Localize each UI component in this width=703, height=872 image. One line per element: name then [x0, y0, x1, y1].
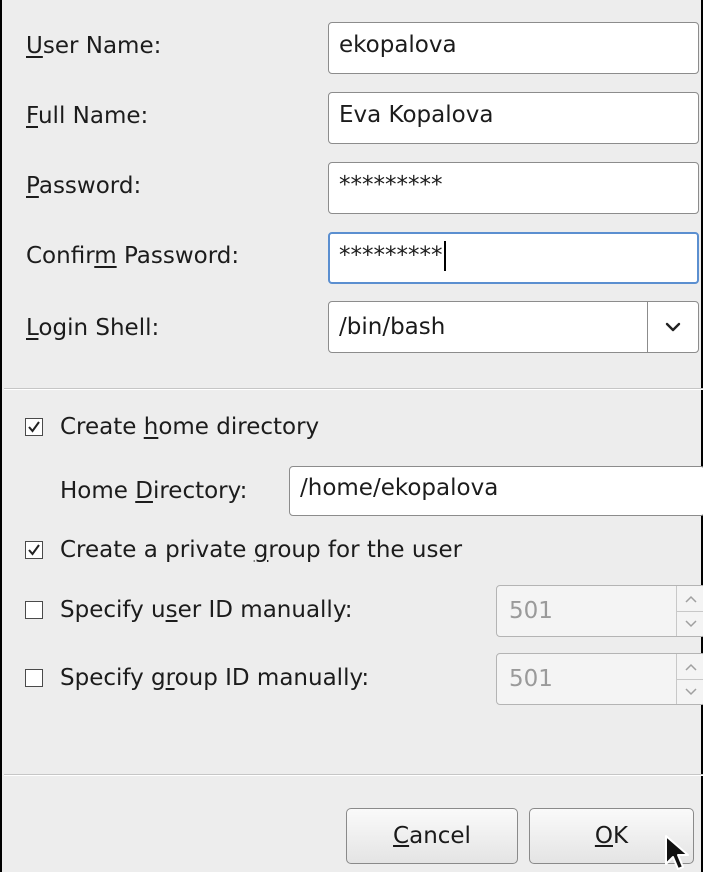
group-id-value: 501 — [509, 666, 553, 692]
password-input[interactable]: ********* — [328, 162, 699, 214]
user-name-label: User Name: — [26, 33, 162, 59]
private-group-checkbox[interactable] — [25, 541, 43, 559]
user-id-spin-arrows — [676, 586, 703, 636]
separator — [4, 774, 703, 776]
cancel-mnemonic: C — [393, 823, 410, 849]
chevron-down-icon — [665, 322, 681, 332]
user-id-decrement-button[interactable] — [677, 611, 703, 636]
text-caret — [443, 241, 446, 271]
home-directory-input[interactable]: /home/ekopalova — [289, 466, 703, 516]
mouse-pointer-icon — [665, 835, 689, 870]
create-home-checkbox[interactable] — [25, 418, 43, 436]
checkmark-icon — [28, 544, 40, 556]
checkmark-icon — [28, 421, 40, 433]
group-id-spin-arrows — [676, 654, 703, 704]
ok-label: K — [613, 823, 629, 849]
confirm-password-input[interactable]: ********* — [328, 232, 699, 284]
group-id-increment-button[interactable] — [677, 654, 703, 680]
confirm-password-value: ********* — [339, 242, 443, 269]
chevron-up-icon — [685, 595, 697, 603]
ok-mnemonic: O — [594, 823, 613, 849]
chevron-down-icon — [685, 619, 697, 627]
user-id-value: 501 — [509, 598, 553, 624]
user-id-spinbox[interactable]: 501 — [496, 585, 703, 637]
specify-user-id-label[interactable]: Specify user ID manually: — [60, 596, 353, 624]
login-shell-value: /bin/bash — [339, 314, 446, 340]
add-user-dialog: User Name: ekopalova Full Name: Eva Kopa… — [0, 0, 703, 872]
user-id-increment-button[interactable] — [677, 586, 703, 612]
chevron-up-icon — [685, 663, 697, 671]
login-shell-label: Login Shell: — [26, 315, 160, 341]
group-id-decrement-button[interactable] — [677, 679, 703, 704]
password-label: Password: — [26, 173, 142, 199]
create-home-label[interactable]: Create home directory — [60, 413, 319, 441]
specify-group-id-checkbox[interactable] — [25, 669, 43, 687]
login-shell-combobox[interactable]: /bin/bash — [328, 301, 699, 353]
chevron-down-icon — [685, 687, 697, 695]
specify-group-id-label[interactable]: Specify group ID manually: — [60, 664, 369, 692]
home-directory-label: Home Directory: — [60, 478, 248, 504]
specify-user-id-checkbox[interactable] — [25, 601, 43, 619]
full-name-input[interactable]: Eva Kopalova — [328, 92, 699, 144]
login-shell-dropdown-button[interactable] — [647, 302, 698, 352]
full-name-label: Full Name: — [26, 103, 149, 129]
cancel-button[interactable]: Cancel — [346, 808, 518, 864]
separator — [4, 388, 703, 390]
private-group-label[interactable]: Create a private group for the user — [60, 536, 462, 564]
user-name-input[interactable]: ekopalova — [328, 22, 699, 74]
cancel-label: ancel — [409, 823, 471, 849]
group-id-spinbox[interactable]: 501 — [496, 653, 703, 705]
confirm-password-label: Confirm Password: — [26, 243, 240, 269]
